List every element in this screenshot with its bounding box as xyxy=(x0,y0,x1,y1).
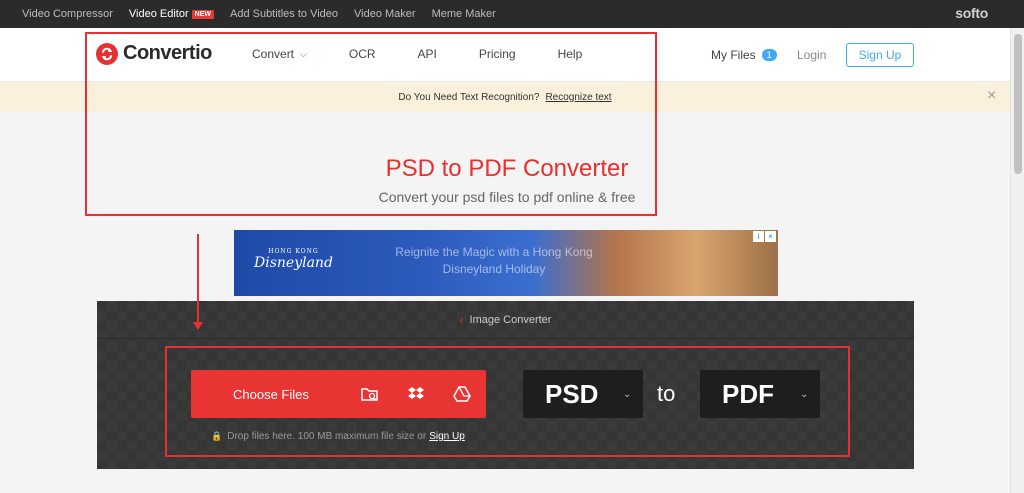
new-badge: NEW xyxy=(191,9,214,19)
link-video-editor[interactable]: Video Editor NEW xyxy=(129,8,214,20)
chevron-left-icon: ‹ xyxy=(459,312,464,327)
my-files-label: My Files xyxy=(711,48,756,62)
annotation-arrow-line xyxy=(197,234,199,324)
ad-brand: HONG KONG Disneyland xyxy=(254,248,333,271)
ad-controls: i × xyxy=(752,231,776,242)
ad-info-icon[interactable]: i xyxy=(753,231,764,242)
annotation-box-header xyxy=(85,32,657,216)
scrollbar-thumb[interactable] xyxy=(1014,34,1022,174)
ad-brand-small: HONG KONG xyxy=(268,248,319,255)
my-files-link[interactable]: My Files 1 xyxy=(711,48,777,62)
link-add-subtitles[interactable]: Add Subtitles to Video xyxy=(230,8,338,20)
login-link[interactable]: Login xyxy=(797,48,826,62)
softo-links: Video Compressor Video Editor NEW Add Sub… xyxy=(22,8,512,20)
page-scrollbar[interactable] xyxy=(1010,28,1024,493)
breadcrumb-label: Image Converter xyxy=(469,313,552,326)
ad-close-icon[interactable]: × xyxy=(765,231,776,242)
annotation-box-converter xyxy=(165,346,850,457)
link-video-maker[interactable]: Video Maker xyxy=(354,8,416,20)
my-files-count-badge: 1 xyxy=(761,49,777,61)
ad-brand-name: Disneyland xyxy=(254,255,333,271)
close-icon[interactable]: × xyxy=(987,88,996,104)
link-video-compressor[interactable]: Video Compressor xyxy=(22,8,113,20)
softo-logo[interactable]: softo xyxy=(955,5,988,21)
link-video-editor-label: Video Editor xyxy=(128,8,189,20)
ad-banner[interactable]: HONG KONG Disneyland Reignite the Magic … xyxy=(234,230,778,296)
link-meme-maker[interactable]: Meme Maker xyxy=(432,8,496,20)
softo-top-bar: Video Compressor Video Editor NEW Add Sub… xyxy=(0,0,1024,28)
converter-breadcrumb[interactable]: ‹ Image Converter xyxy=(97,301,914,339)
signup-button[interactable]: Sign Up xyxy=(846,43,914,67)
ad-tagline: Reignite the Magic with a Hong Kong Disn… xyxy=(395,245,593,276)
annotation-arrow-head xyxy=(193,322,203,330)
